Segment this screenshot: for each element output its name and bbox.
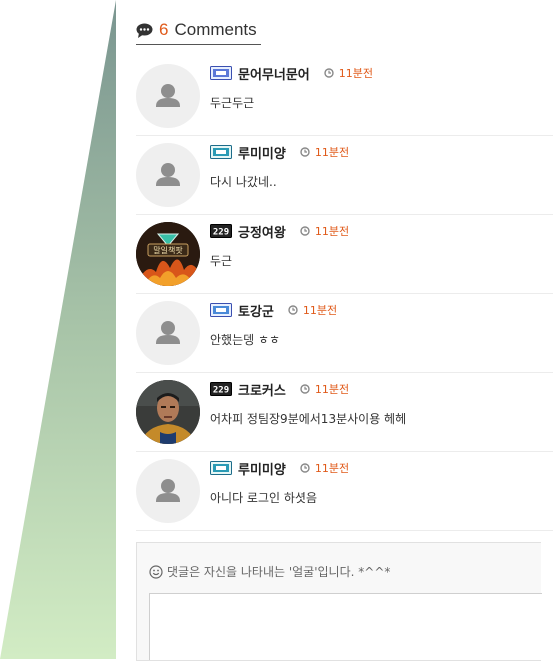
comments-panel: 6 Comments 문어무너문어 11분전 두근두근 루미미양 11분전 다시… xyxy=(116,0,553,661)
user-silhouette-icon xyxy=(156,84,180,107)
comment-time: 11분전 xyxy=(338,67,374,80)
comment-text: 두근두근 xyxy=(210,96,255,110)
comment-item: 루미미양 11분전 아니다 로그인 하셧음 xyxy=(136,451,553,531)
comment-text: 다시 나갔네.. xyxy=(210,175,277,189)
comment-item: 토강군 11분전 안했는뎅 ㅎㅎ xyxy=(136,293,553,373)
clock-icon xyxy=(300,147,310,157)
comment-form: 댓글은 자신을 나타내는 '얼굴'입니다. *^^* xyxy=(136,542,542,661)
level-badge-icon xyxy=(210,66,232,80)
default-avatar[interactable] xyxy=(136,143,200,207)
speech-bubble-icon xyxy=(136,23,153,38)
avatar-caption: 말일책팟 xyxy=(153,245,183,255)
clock-icon xyxy=(300,384,310,394)
comment-form-hint-text: 댓글은 자신을 나타내는 '얼굴'입니다. *^^* xyxy=(167,565,391,579)
user-silhouette-icon xyxy=(156,163,180,186)
comment-time: 11분전 xyxy=(314,462,350,475)
comment-text: 아니다 로그인 하셧음 xyxy=(210,491,317,505)
comment-author[interactable]: 크로커스 xyxy=(238,380,286,399)
comment-author[interactable]: 루미미양 xyxy=(238,143,286,162)
comment-count: 6 xyxy=(159,20,169,39)
user-silhouette-icon xyxy=(156,321,180,344)
comment-meta: 문어무너문어 11분전 xyxy=(210,64,374,83)
comment-form-hint: 댓글은 자신을 나타내는 '얼굴'입니다. *^^* xyxy=(149,563,390,580)
comment-author[interactable]: 루미미양 xyxy=(238,459,286,478)
default-avatar[interactable] xyxy=(136,459,200,523)
level-badge-icon xyxy=(210,303,232,317)
default-avatar[interactable] xyxy=(136,64,200,128)
comment-meta: 229 긍정여왕 11분전 xyxy=(210,222,350,241)
user-silhouette-icon xyxy=(156,479,180,502)
comment-author[interactable]: 토강군 xyxy=(238,301,274,320)
svg-text:229: 229 xyxy=(213,228,229,238)
comment-meta: 토강군 11분전 xyxy=(210,301,338,320)
clock-icon xyxy=(300,226,310,236)
level-badge-dark-icon: 229 xyxy=(210,382,232,396)
comment-meta: 229 크로커스 11분전 xyxy=(210,380,350,399)
comment-time: 11분전 xyxy=(302,304,338,317)
person-photo-avatar-image xyxy=(136,380,200,444)
comment-item: 말일책팟 229 긍정여왕 11분전 두근 xyxy=(136,214,553,294)
smiley-icon xyxy=(149,564,163,579)
comment-item: 229 크로커스 11분전 어차피 정팀장9분에서13분사이용 헤헤 xyxy=(136,372,553,452)
comment-text: 두근 xyxy=(210,254,233,268)
level-badge-icon xyxy=(210,461,232,475)
comment-meta: 루미미양 11분전 xyxy=(210,459,350,478)
game-logo-avatar-image: 말일책팟 xyxy=(136,222,200,286)
comment-author[interactable]: 문어무너문어 xyxy=(238,64,310,83)
comment-item: 루미미양 11분전 다시 나갔네.. xyxy=(136,135,553,215)
comment-time: 11분전 xyxy=(314,146,350,159)
comments-header: 6 Comments xyxy=(136,16,261,45)
photo-avatar-game[interactable]: 말일책팟 xyxy=(136,222,200,286)
comment-time: 11분전 xyxy=(314,225,350,238)
clock-icon xyxy=(288,305,298,315)
level-badge-dark-icon: 229 xyxy=(210,224,232,238)
comment-text: 안했는뎅 ㅎㅎ xyxy=(210,333,281,347)
comment-time: 11분전 xyxy=(314,383,350,396)
comment-author[interactable]: 긍정여왕 xyxy=(238,222,286,241)
level-badge-icon xyxy=(210,145,232,159)
comment-meta: 루미미양 11분전 xyxy=(210,143,350,162)
clock-icon xyxy=(324,68,334,78)
default-avatar[interactable] xyxy=(136,301,200,365)
clock-icon xyxy=(300,463,310,473)
photo-avatar-person[interactable] xyxy=(136,380,200,444)
comment-textarea[interactable] xyxy=(149,593,542,660)
svg-text:229: 229 xyxy=(213,386,229,396)
comment-item: 문어무너문어 11분전 두근두근 xyxy=(136,56,553,136)
comment-text: 어차피 정팀장9분에서13분사이용 헤헤 xyxy=(210,412,407,426)
comments-title: Comments xyxy=(174,20,257,39)
